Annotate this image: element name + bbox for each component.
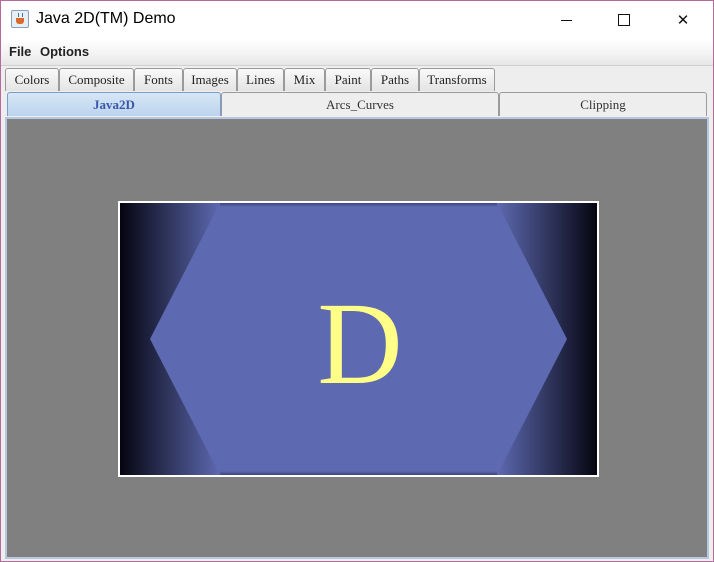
menu-file[interactable]: File	[9, 44, 31, 59]
close-button[interactable]: ✕	[654, 1, 712, 39]
tab-fonts[interactable]: Fonts	[134, 68, 183, 91]
shade-top	[220, 203, 497, 207]
java2d-canvas[interactable]: D	[118, 201, 599, 477]
menu-options[interactable]: Options	[40, 44, 89, 59]
tab-clipping[interactable]: Clipping	[499, 92, 707, 116]
secondary-tab-bar: Java2D Arcs_Curves Clipping	[5, 92, 710, 117]
tab-images[interactable]: Images	[183, 68, 237, 91]
close-icon: ✕	[676, 11, 690, 29]
menu-bar: File Options	[1, 39, 713, 66]
tab-paths[interactable]: Paths	[371, 68, 419, 91]
tab-paint[interactable]: Paint	[325, 68, 371, 91]
maximize-button[interactable]	[595, 1, 653, 39]
app-window: Java 2D(TM) Demo ✕ File Options Colors C…	[0, 0, 714, 562]
tab-transforms[interactable]: Transforms	[419, 68, 495, 91]
tab-composite[interactable]: Composite	[59, 68, 134, 91]
window-title: Java 2D(TM) Demo	[36, 10, 176, 27]
demo-graphic: D	[120, 203, 597, 475]
java-cup-icon	[11, 10, 29, 28]
tab-arcs-curves[interactable]: Arcs_Curves	[221, 92, 499, 116]
shade-bottom	[220, 471, 497, 475]
demo-letter: D	[317, 278, 402, 409]
minimize-icon	[560, 19, 572, 21]
tab-lines[interactable]: Lines	[237, 68, 284, 91]
title-bar[interactable]: Java 2D(TM) Demo ✕	[1, 1, 713, 39]
tab-colors[interactable]: Colors	[5, 68, 59, 91]
tab-java2d[interactable]: Java2D	[7, 92, 221, 116]
demo-panel: D	[5, 117, 709, 559]
maximize-icon	[618, 14, 630, 26]
minimize-button[interactable]	[537, 1, 595, 39]
tab-mix[interactable]: Mix	[284, 68, 325, 91]
